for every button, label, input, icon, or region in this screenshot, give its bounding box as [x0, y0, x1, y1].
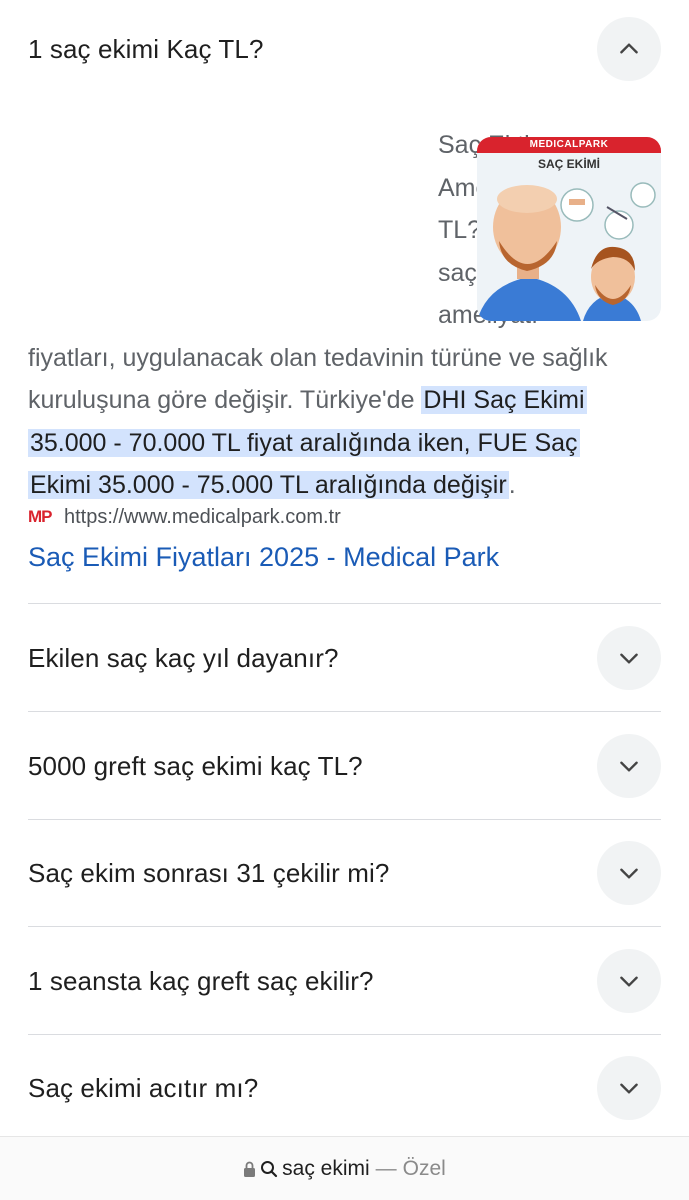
faq-question: 1 seansta kaç greft saç ekilir? — [28, 965, 374, 996]
private-mode-label: Özel — [402, 1156, 446, 1180]
chevron-down-icon — [620, 868, 638, 879]
answer-thumbnail[interactable]: MEDICALPARK SAÇ EKİMİ — [477, 137, 661, 321]
source-link-title[interactable]: Saç Ekimi Fiyatları 2025 - Medical Park — [28, 542, 499, 573]
faq-question: Ekilen saç kaç yıl dayanır? — [28, 642, 339, 673]
divider — [28, 711, 661, 712]
expand-button[interactable] — [597, 626, 661, 690]
expand-button[interactable] — [597, 841, 661, 905]
chevron-down-icon — [620, 761, 638, 772]
divider — [28, 926, 661, 927]
chevron-up-icon — [620, 43, 638, 54]
chevron-down-icon — [620, 653, 638, 664]
collapse-button[interactable] — [597, 17, 661, 81]
divider — [28, 603, 661, 604]
divider — [28, 1034, 661, 1035]
faq-item-1[interactable]: Ekilen saç kaç yıl dayanır? — [28, 625, 661, 691]
faq-item-4[interactable]: 1 seansta kaç greft saç ekilir? — [28, 948, 661, 1014]
faq-question-row-open[interactable]: 1 saç ekimi Kaç TL? — [28, 16, 661, 82]
chevron-down-icon — [620, 976, 638, 987]
faq-item-2[interactable]: 5000 greft saç ekimi kaç TL? — [28, 733, 661, 799]
faq-question: Saç ekimi acıtır mı? — [28, 1072, 259, 1103]
expand-button[interactable] — [597, 1056, 661, 1120]
address-bar-separator: — — [375, 1156, 397, 1180]
chevron-down-icon — [620, 1083, 638, 1094]
source-favicon: MP — [28, 507, 53, 526]
divider — [28, 819, 661, 820]
answer-plain-2: . — [508, 471, 516, 499]
faq-question: Saç ekim sonrası 31 çekilir mi? — [28, 857, 390, 888]
faq-item-3[interactable]: Saç ekim sonrası 31 çekilir mi? — [28, 840, 661, 906]
faq-question: 1 saç ekimi Kaç TL? — [28, 33, 264, 64]
source-url[interactable]: https://www.medicalpark.com.tr — [64, 506, 341, 529]
search-icon — [261, 1160, 278, 1177]
expand-button[interactable] — [597, 949, 661, 1013]
faq-item-5[interactable]: Saç ekimi acıtır mı? — [28, 1055, 661, 1121]
address-bar-query: saç ekimi — [282, 1156, 370, 1180]
lock-icon — [244, 1161, 256, 1177]
hair-transplant-illustration — [477, 182, 656, 321]
faq-question: 5000 greft saç ekimi kaç TL? — [28, 750, 363, 781]
expand-button[interactable] — [597, 734, 661, 798]
browser-address-bar[interactable]: saç ekimi — Özel — [0, 1136, 689, 1200]
source-row[interactable]: MP https://www.medicalpark.com.tr — [28, 502, 661, 532]
